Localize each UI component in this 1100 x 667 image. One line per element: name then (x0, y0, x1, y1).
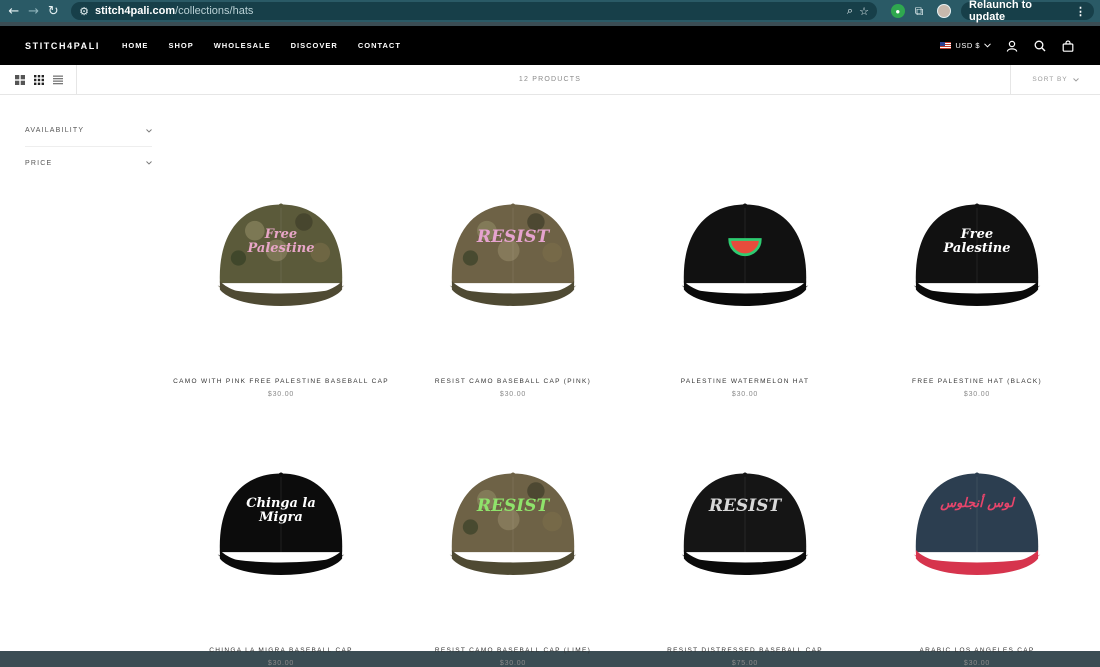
nav-contact[interactable]: CONTACT (358, 41, 401, 50)
product-card[interactable]: Chinga la Migra CHINGA LA MIGRA BASEBALL … (165, 437, 397, 667)
product-count: 12 PRODUCTS (518, 76, 582, 83)
relaunch-button[interactable]: Relaunch to update ⋮ (961, 0, 1094, 23)
cap-embroidery-text: RESIST (476, 227, 550, 247)
cap-illustration (217, 203, 345, 306)
store-logo[interactable]: STITCH4PALI (25, 41, 100, 51)
reload-icon[interactable]: ↻ (45, 3, 61, 19)
cap-embroidery-text: Free Palestine (247, 227, 315, 257)
product-name[interactable]: CAMO WITH PINK FREE PALESTINE BASEBALL C… (165, 378, 397, 385)
relaunch-label: Relaunch to update (969, 0, 1032, 23)
product-name[interactable]: PALESTINE WATERMELON HAT (629, 378, 861, 385)
product-card[interactable]: Free Palestine FREE PALESTINE HAT (BLACK)… (861, 168, 1093, 398)
product-name[interactable]: FREE PALESTINE HAT (BLACK) (861, 378, 1093, 385)
product-image[interactable]: RESIST (397, 437, 629, 617)
nav-shop[interactable]: SHOP (168, 41, 193, 50)
site-settings-icon[interactable]: ⚙ (79, 5, 89, 18)
chevron-down-icon (984, 43, 991, 48)
cap-embroidery-text: Free Palestine (943, 227, 1011, 257)
product-image[interactable]: لوس أنجلوس (861, 437, 1093, 617)
product-name[interactable]: RESIST CAMO BASEBALL CAP (LIME) (397, 647, 629, 654)
product-card[interactable]: RESIST RESIST CAMO BASEBALL CAP (LIME) $30… (397, 437, 629, 667)
url-path: /collections/hats (175, 5, 254, 17)
cap-illustration (449, 472, 577, 575)
product-image[interactable] (629, 168, 861, 348)
forward-icon[interactable]: → (26, 3, 42, 19)
us-flag-icon (940, 42, 952, 49)
cap-illustration (913, 472, 1041, 575)
cap-embroidery-text: Chinga la Migra (246, 496, 316, 526)
product-card[interactable]: لوس أنجلوس ARABIC LOS ANGELES CAP $30.00 (861, 437, 1093, 667)
currency-label: USD $ (955, 41, 980, 50)
cap-illustration (681, 203, 809, 306)
product-image[interactable]: Free Palestine (861, 168, 1093, 348)
extension-icon[interactable]: ● (890, 4, 905, 18)
filter-label: AVAILABILITY (25, 127, 85, 134)
filter-availability[interactable]: AVAILABILITY (25, 115, 152, 147)
cap-illustration (913, 203, 1041, 306)
product-image[interactable]: RESIST (397, 168, 629, 348)
product-price: $30.00 (267, 660, 295, 667)
product-price: $30.00 (499, 660, 527, 667)
product-card[interactable]: PALESTINE WATERMELON HAT $30.00 (629, 168, 861, 398)
address-bar[interactable]: ⚙ stitch4pali.com /collections/hats ⌕ ☆ (71, 2, 877, 20)
store-page: STITCH4PALI HOME SHOP WHOLESALE DISCOVER… (0, 26, 1100, 667)
filter-label: PRICE (25, 159, 53, 167)
collection-toolbar: 12 PRODUCTS SORT BY (0, 65, 1100, 95)
product-card[interactable]: RESIST RESIST DISTRESSED BASEBALL CAP $75.… (629, 437, 861, 667)
filter-price[interactable]: PRICE (25, 147, 152, 179)
back-icon[interactable]: ← (6, 3, 22, 19)
product-image[interactable]: RESIST (629, 437, 861, 617)
more-menu-icon[interactable]: ⋮ (1075, 5, 1086, 18)
product-image[interactable]: Chinga la Migra (165, 437, 397, 617)
search-icon[interactable] (1033, 39, 1047, 53)
account-icon[interactable] (1005, 39, 1019, 53)
extensions-puzzle-icon[interactable]: ⧉ (915, 4, 924, 19)
nav-discover[interactable]: DISCOVER (291, 41, 338, 50)
cap-embroidery-text: لوس أنجلوس (940, 496, 1014, 511)
url-host: stitch4pali.com (95, 5, 176, 17)
cap-illustration (217, 472, 345, 575)
cap-embroidery-text: RESIST (708, 496, 782, 516)
product-name[interactable]: CHINGA LA MIGRA BASEBALL CAP (165, 647, 397, 654)
product-price: $30.00 (963, 391, 991, 398)
store-header: STITCH4PALI HOME SHOP WHOLESALE DISCOVER… (0, 26, 1100, 65)
product-card[interactable]: RESIST RESIST CAMO BASEBALL CAP (PINK) $30… (397, 168, 629, 398)
cap-embroidery-text: RESIST (476, 496, 550, 516)
bookmark-star-icon[interactable]: ☆ (859, 5, 869, 18)
product-name[interactable]: RESIST CAMO BASEBALL CAP (PINK) (397, 378, 629, 385)
cap-illustration (681, 472, 809, 575)
product-price: $30.00 (267, 391, 295, 398)
product-grid: Free Palestine CAMO WITH PINK FREE PALEST… (152, 95, 1100, 667)
cap-illustration (449, 203, 577, 306)
cart-bag-icon[interactable] (1061, 39, 1075, 53)
product-price: $75.00 (731, 660, 759, 667)
main-nav: HOME SHOP WHOLESALE DISCOVER CONTACT (122, 41, 401, 50)
product-price: $30.00 (499, 391, 527, 398)
product-name[interactable]: RESIST DISTRESSED BASEBALL CAP (629, 647, 861, 654)
nav-wholesale[interactable]: WHOLESALE (214, 41, 271, 50)
currency-selector[interactable]: USD $ (940, 41, 991, 50)
filter-sidebar: AVAILABILITY PRICE (0, 95, 152, 655)
product-price: $30.00 (963, 660, 991, 667)
nav-home[interactable]: HOME (122, 41, 149, 50)
product-image[interactable]: Free Palestine (165, 168, 397, 348)
product-price: $30.00 (731, 391, 759, 398)
product-name[interactable]: ARABIC LOS ANGELES CAP (861, 647, 1093, 654)
product-card[interactable]: Free Palestine CAMO WITH PINK FREE PALEST… (165, 168, 397, 398)
profile-avatar[interactable] (937, 4, 952, 18)
browser-toolbar: ← → ↻ ⚙ stitch4pali.com /collections/hat… (0, 0, 1100, 23)
zoom-icon[interactable]: ⌕ (847, 4, 853, 18)
